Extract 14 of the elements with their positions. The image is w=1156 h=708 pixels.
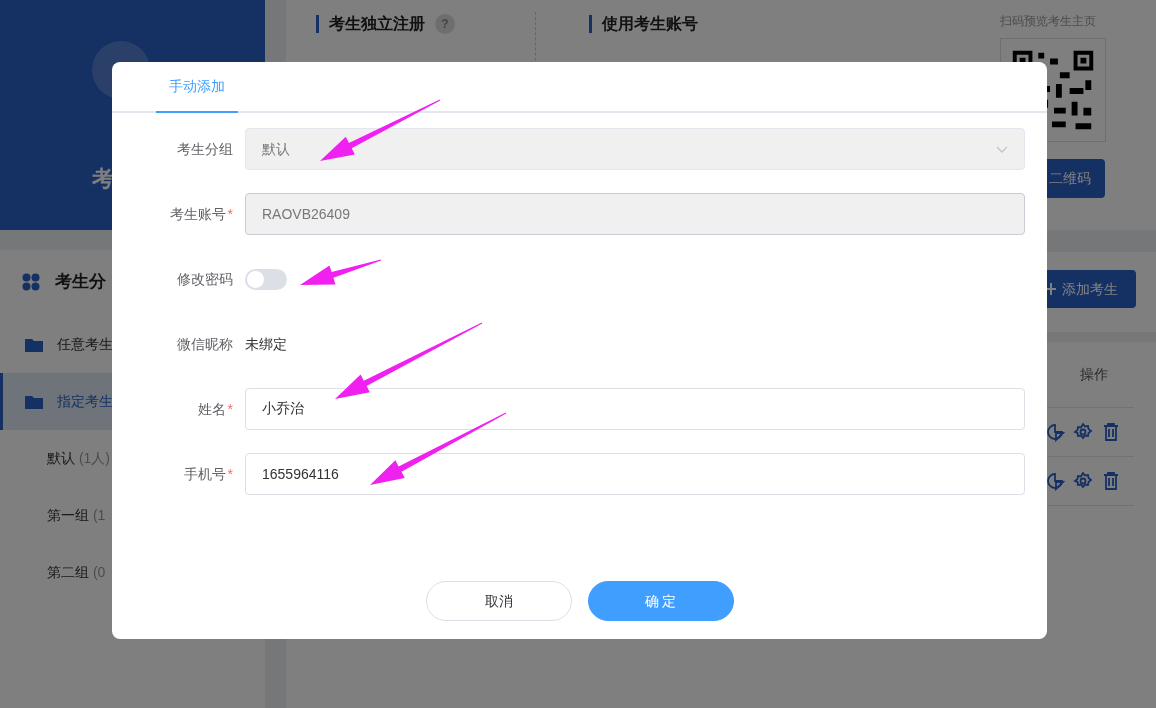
section-title: 使用考生账号 xyxy=(602,14,698,34)
field-label: 考生分组 xyxy=(177,139,233,159)
field-label: 考生账号 xyxy=(169,204,226,224)
field-label: 手机号 xyxy=(183,464,226,484)
field-label: 修改密码 xyxy=(177,269,233,289)
required-mark: * xyxy=(227,204,233,224)
section-title: 考生独立注册 xyxy=(329,14,425,34)
field-label: 微信昵称 xyxy=(177,334,233,354)
required-mark: * xyxy=(227,464,233,484)
field-label: 姓名 xyxy=(197,399,226,419)
profile-name: 考 xyxy=(92,165,114,193)
panel-title: 考生分 xyxy=(55,271,106,294)
required-mark: * xyxy=(227,399,233,419)
field-value: 未绑定 xyxy=(245,334,287,354)
